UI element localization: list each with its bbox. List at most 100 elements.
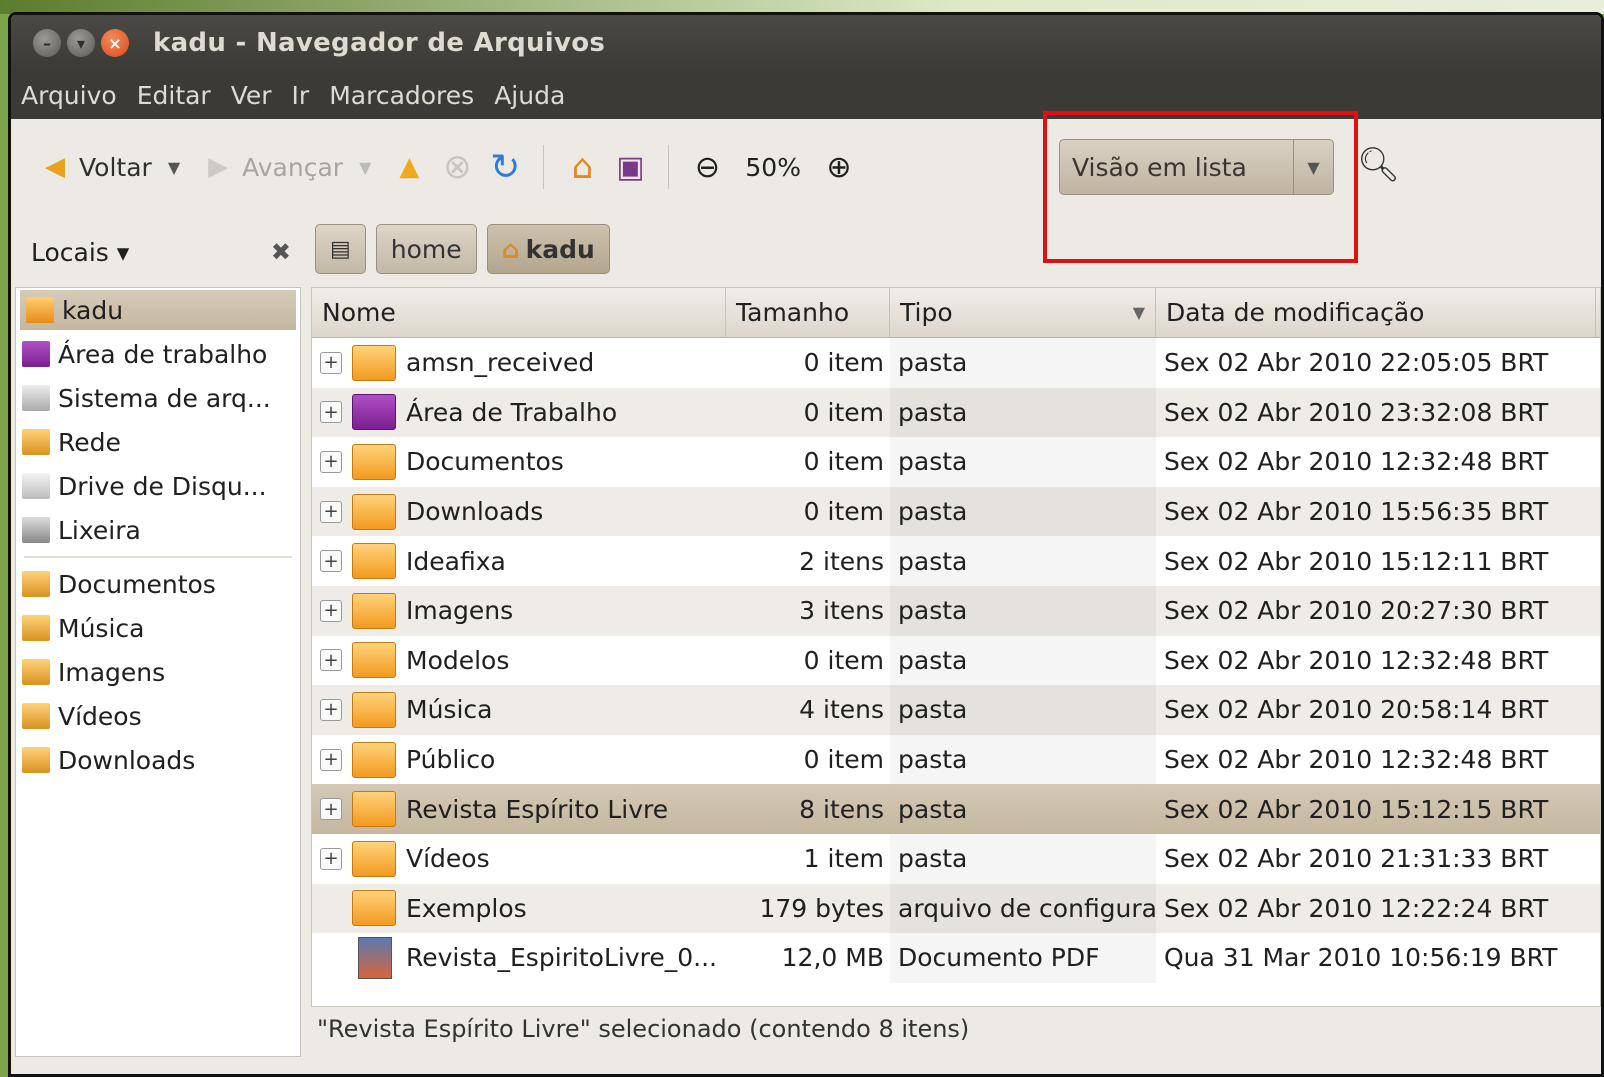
crumb-filesystem[interactable]: ▤ xyxy=(315,224,366,274)
sidebar: kadu Área de trabalho Sistema de arq... … xyxy=(15,287,301,1057)
title-bar[interactable]: – ▾ × kadu - Navegador de Arquivos xyxy=(11,15,1601,71)
back-button[interactable]: ◀ Voltar ▼ xyxy=(31,143,180,191)
sidebar-places-dropdown[interactable]: Locais ▾ xyxy=(31,238,129,267)
file-type: pasta xyxy=(890,387,1156,438)
file-size: 1 item xyxy=(803,844,884,874)
expand-icon[interactable]: + xyxy=(320,351,342,374)
column-header-name[interactable]: Nome xyxy=(312,288,726,337)
table-row[interactable]: + Vídeos 1 item pasta Sex 02 Abr 2010 21:… xyxy=(312,833,1600,884)
close-button[interactable]: × xyxy=(101,29,129,57)
zoom-out-icon[interactable]: ⊖ xyxy=(683,143,731,191)
file-size: 4 itens xyxy=(799,695,884,725)
documents-icon xyxy=(22,571,50,597)
menu-ajuda[interactable]: Ajuda xyxy=(494,81,565,110)
maximize-button[interactable]: ▾ xyxy=(67,29,95,57)
expand-icon[interactable]: + xyxy=(320,500,342,523)
menu-ir[interactable]: Ir xyxy=(292,81,310,110)
up-arrow-icon[interactable]: ▲ xyxy=(385,143,433,191)
window-title: kadu - Navegador de Arquivos xyxy=(153,28,606,58)
menu-arquivo[interactable]: Arquivo xyxy=(21,81,117,110)
crumb-kadu[interactable]: ⌂ kadu xyxy=(486,224,610,274)
home-folder-icon xyxy=(26,297,54,323)
file-type: pasta xyxy=(890,437,1156,487)
folder-icon xyxy=(352,791,396,828)
zoom-in-icon[interactable]: ⊕ xyxy=(815,143,863,191)
file-date: Sex 02 Abr 2010 20:27:30 BRT xyxy=(1164,596,1549,626)
file-name: Ideafixa xyxy=(406,546,506,576)
stop-icon[interactable]: ⊗ xyxy=(433,143,481,191)
expand-icon[interactable]: + xyxy=(320,798,342,821)
column-header-size[interactable]: Tamanho xyxy=(726,288,890,337)
file-size: 2 itens xyxy=(799,546,884,576)
expand-icon[interactable]: + xyxy=(320,401,342,424)
expand-icon[interactable]: + xyxy=(320,847,342,870)
music-icon xyxy=(22,615,50,641)
column-label: Tamanho xyxy=(736,298,850,327)
table-row[interactable]: + Música 4 itens pasta Sex 02 Abr 2010 20… xyxy=(312,685,1600,735)
forward-history-dropdown-icon[interactable]: ▼ xyxy=(359,158,371,177)
table-row[interactable]: + Público 0 item pasta Sex 02 Abr 2010 12… xyxy=(312,734,1600,785)
back-history-dropdown-icon[interactable]: ▼ xyxy=(168,158,180,177)
table-row[interactable]: + Imagens 3 itens pasta Sex 02 Abr 2010 2… xyxy=(312,585,1600,636)
search-icon[interactable]: 🔍︎ xyxy=(1357,145,1400,185)
table-row[interactable]: + Área de Trabalho 0 item pasta Sex 02 Ab… xyxy=(312,387,1600,438)
minimize-button[interactable]: – xyxy=(33,29,61,57)
file-type: pasta xyxy=(890,685,1156,735)
expand-icon[interactable]: + xyxy=(320,550,342,573)
reload-icon[interactable]: ↻ xyxy=(481,143,529,191)
file-size: 0 item xyxy=(803,497,884,527)
file-name: Downloads xyxy=(406,497,544,527)
column-header-date[interactable]: Data de modificação xyxy=(1156,288,1596,337)
file-type: pasta xyxy=(890,338,1156,388)
highlight-box xyxy=(1043,111,1358,263)
sidebar-item-documentos[interactable]: Documentos xyxy=(16,562,300,606)
sidebar-item-network[interactable]: Rede xyxy=(16,420,300,464)
downloads-folder-icon xyxy=(352,493,396,530)
sidebar-item-videos[interactable]: Vídeos xyxy=(16,694,300,738)
table-row[interactable]: Revista_EspiritoLivre_0... 12,0 MB Docum… xyxy=(312,933,1600,983)
expand-icon[interactable]: + xyxy=(320,698,342,721)
expand-icon[interactable]: + xyxy=(320,748,342,771)
table-row[interactable]: + Ideafixa 2 itens pasta Sex 02 Abr 2010 … xyxy=(312,536,1600,586)
expand-icon[interactable]: + xyxy=(320,599,342,622)
expand-icon[interactable]: + xyxy=(320,649,342,672)
table-row[interactable]: + amsn_received 0 item pasta Sex 02 Abr 2… xyxy=(312,338,1600,388)
sidebar-item-label: Documentos xyxy=(58,569,216,599)
sidebar-item-desktop[interactable]: Área de trabalho xyxy=(16,332,300,376)
close-sidebar-icon[interactable]: ✖ xyxy=(271,238,291,266)
home-icon[interactable]: ⌂ xyxy=(558,143,606,191)
sidebar-item-label: Imagens xyxy=(58,657,166,687)
desktop-folder-icon xyxy=(352,394,396,431)
sidebar-item-imagens[interactable]: Imagens xyxy=(16,650,300,694)
menu-marcadores[interactable]: Marcadores xyxy=(329,81,474,110)
menu-editar[interactable]: Editar xyxy=(137,81,211,110)
computer-icon[interactable]: ▣ xyxy=(606,143,654,191)
file-size: 3 itens xyxy=(799,596,884,626)
menu-ver[interactable]: Ver xyxy=(231,81,272,110)
desktop-icon xyxy=(22,341,50,367)
table-row-selected[interactable]: + Revista Espírito Livre 8 itens pasta Se… xyxy=(312,784,1600,834)
expand-icon[interactable]: + xyxy=(320,450,342,473)
sidebar-item-floppy[interactable]: Drive de Disqu... xyxy=(16,464,300,508)
sidebar-item-trash[interactable]: Lixeira xyxy=(16,508,300,552)
zoom-level[interactable]: 50% xyxy=(745,153,801,182)
file-name: Revista Espírito Livre xyxy=(406,794,669,824)
forward-label: Avançar xyxy=(242,152,344,182)
file-size: 0 item xyxy=(803,397,884,427)
table-row[interactable]: + Downloads 0 item pasta Sex 02 Abr 2010 … xyxy=(312,486,1600,537)
menu-bar: Arquivo Editar Ver Ir Marcadores Ajuda xyxy=(11,71,1601,119)
table-row[interactable]: + Documentos 0 item pasta Sex 02 Abr 2010… xyxy=(312,437,1600,487)
column-header-type[interactable]: Tipo ▼ xyxy=(890,288,1156,337)
folder-icon xyxy=(352,344,396,381)
crumb-home[interactable]: home xyxy=(375,224,477,274)
file-date: Sex 02 Abr 2010 23:32:08 BRT xyxy=(1164,397,1549,427)
back-arrow-icon: ◀ xyxy=(45,152,65,182)
sidebar-item-filesystem[interactable]: Sistema de arq... xyxy=(16,376,300,420)
sidebar-item-kadu[interactable]: kadu xyxy=(20,290,296,330)
file-type: pasta xyxy=(890,585,1156,636)
table-row[interactable]: Exemplos 179 bytes arquivo de configura … xyxy=(312,883,1600,934)
sidebar-item-downloads[interactable]: Downloads xyxy=(16,738,300,782)
sidebar-item-musica[interactable]: Música xyxy=(16,606,300,650)
table-row[interactable]: + Modelos 0 item pasta Sex 02 Abr 2010 12… xyxy=(312,635,1600,686)
forward-button[interactable]: ▶ Avançar ▼ xyxy=(194,143,371,191)
